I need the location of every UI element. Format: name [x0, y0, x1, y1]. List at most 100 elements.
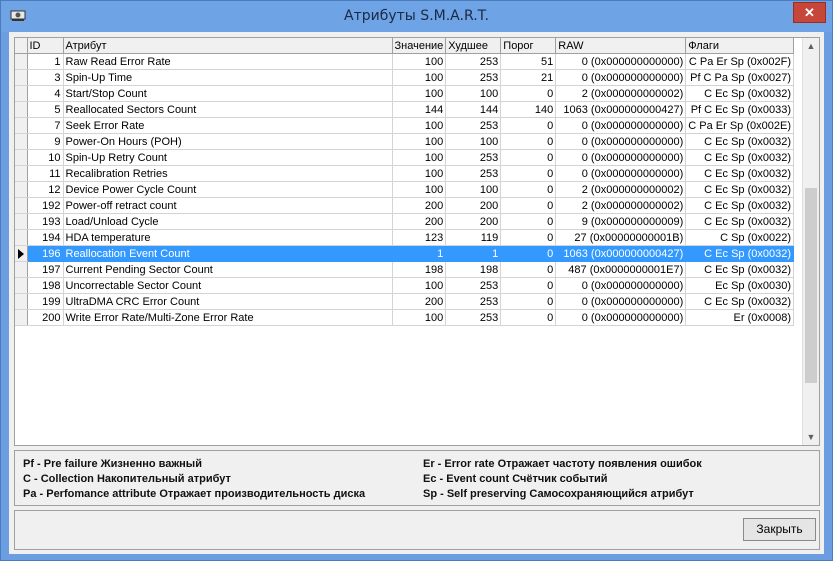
cell-raw: 0 (0x000000000000)	[555, 165, 687, 182]
table-row[interactable]: 12 Device Power Cycle Count 100 100 0 2 (0x00…	[15, 181, 794, 198]
cell-id: 196	[27, 245, 64, 262]
table-row[interactable]: 7 Seek Error Rate 100 253 0 0 (0x000000000000…	[15, 117, 794, 134]
client-area: ID Атрибут Значение Худшее Порог RAW Фла…	[9, 32, 824, 554]
cell-worst: 253	[445, 69, 502, 86]
cell-attribute: Spin-Up Time	[63, 69, 393, 86]
header-attribute[interactable]: Атрибут	[63, 38, 393, 54]
cell-threshold: 0	[500, 85, 557, 102]
cell-flags: Pf C Ec Sp (0x0033)	[685, 101, 794, 118]
cell-flags: C Ec Sp (0x0032)	[685, 293, 794, 310]
row-indicator	[15, 293, 28, 310]
cell-threshold: 0	[500, 149, 557, 166]
cell-worst: 119	[445, 229, 502, 246]
cell-threshold: 0	[500, 133, 557, 150]
close-button[interactable]: Закрыть	[743, 518, 816, 541]
table-row[interactable]: 197 Current Pending Sector Count 198 198 0 48…	[15, 261, 794, 278]
cell-flags: Er (0x0008)	[685, 309, 794, 326]
scroll-thumb[interactable]	[805, 188, 817, 383]
table-row[interactable]: 194 HDA temperature 123 119 0 27 (0x000000000…	[15, 229, 794, 246]
table-row[interactable]: 5 Reallocated Sectors Count 144 144 140 1063 …	[15, 101, 794, 118]
cell-id: 1	[27, 53, 64, 70]
table-row[interactable]: 4 Start/Stop Count 100 100 0 2 (0x00000000000…	[15, 85, 794, 102]
cell-flags: C Ec Sp (0x0032)	[685, 213, 794, 230]
cell-threshold: 0	[500, 197, 557, 214]
cell-raw: 2 (0x000000000002)	[555, 85, 687, 102]
smart-attributes-window: Атрибуты S.M.A.R.T. ✕ ID Атрибут Значени…	[0, 0, 833, 561]
table-row[interactable]: 11 Recalibration Retries 100 253 0 0 (0x00000…	[15, 165, 794, 182]
table-row[interactable]: 193 Load/Unload Cycle 200 200 0 9 (0x00000000…	[15, 213, 794, 230]
cell-raw: 2 (0x000000000002)	[555, 197, 687, 214]
cell-worst: 100	[445, 133, 502, 150]
cell-attribute: Current Pending Sector Count	[63, 261, 393, 278]
cell-attribute: Device Power Cycle Count	[63, 181, 393, 198]
title-bar[interactable]: Атрибуты S.M.A.R.T. ✕	[1, 1, 832, 32]
cell-worst: 100	[445, 85, 502, 102]
cell-value: 100	[392, 165, 447, 182]
cell-raw: 1063 (0x000000000427)	[555, 101, 687, 118]
cell-id: 3	[27, 69, 64, 86]
header-id[interactable]: ID	[27, 38, 64, 54]
row-indicator	[15, 149, 28, 166]
window-close-icon[interactable]: ✕	[793, 2, 826, 23]
row-indicator	[15, 101, 28, 118]
bottom-panel: Закрыть	[14, 510, 820, 550]
cell-threshold: 0	[500, 213, 557, 230]
cell-flags: Ec Sp (0x0030)	[685, 277, 794, 294]
legend-c: C - Collection Накопительный атрибут	[23, 473, 231, 485]
cell-threshold: 0	[500, 261, 557, 278]
cell-worst: 144	[445, 101, 502, 118]
row-indicator	[15, 277, 28, 294]
table-row[interactable]: 200 Write Error Rate/Multi-Zone Error Rat…	[15, 309, 794, 326]
table-body: 1 Raw Read Error Rate 100 253 51 0 (0x0000000…	[15, 53, 794, 326]
table-row[interactable]: 196 Reallocation Event Count 1 1 0 1063 (0x00…	[15, 245, 794, 262]
cell-threshold: 0	[500, 229, 557, 246]
cell-attribute: Write Error Rate/Multi-Zone Error Rate	[63, 309, 393, 326]
cell-worst: 100	[445, 181, 502, 198]
cell-threshold: 21	[500, 69, 557, 86]
table-row[interactable]: 199 UltraDMA CRC Error Count 200 253 0 0 (0x0…	[15, 293, 794, 310]
cell-value: 100	[392, 53, 447, 70]
cell-threshold: 0	[500, 293, 557, 310]
legend-pa: Pa - Perfomance attribute Отражает произ…	[23, 488, 366, 500]
cell-flags: C Ec Sp (0x0032)	[685, 149, 794, 166]
cell-value: 144	[392, 101, 447, 118]
header-threshold[interactable]: Порог	[500, 38, 557, 54]
row-indicator	[15, 197, 28, 214]
cell-raw: 2 (0x000000000002)	[555, 181, 687, 198]
header-flags[interactable]: Флаги	[685, 38, 794, 54]
cell-value: 100	[392, 85, 447, 102]
cell-value: 100	[392, 181, 447, 198]
legend-pf: Pf - Pre failure Жизненно важный	[23, 458, 202, 470]
cell-id: 5	[27, 101, 64, 118]
table-row[interactable]: 9 Power-On Hours (POH) 100 100 0 0 (0x0000000…	[15, 133, 794, 150]
header-value[interactable]: Значение	[392, 38, 447, 54]
cell-flags: C Pa Er Sp (0x002E)	[685, 117, 794, 134]
table-row[interactable]: 10 Spin-Up Retry Count 100 253 0 0 (0x0000000…	[15, 149, 794, 166]
table-row[interactable]: 198 Uncorrectable Sector Count 100 253 0 0 (0…	[15, 277, 794, 294]
cell-id: 4	[27, 85, 64, 102]
header-worst[interactable]: Худшее	[445, 38, 502, 54]
scroll-up-icon[interactable]: ▲	[803, 38, 819, 54]
cell-id: 11	[27, 165, 64, 182]
attributes-grid[interactable]: ID Атрибут Значение Худшее Порог RAW Фла…	[14, 37, 820, 446]
cell-flags: C Ec Sp (0x0032)	[685, 133, 794, 150]
cell-threshold: 51	[500, 53, 557, 70]
row-indicator	[15, 181, 28, 198]
table-row[interactable]: 3 Spin-Up Time 100 253 21 0 (0x000000000000) P…	[15, 69, 794, 86]
vertical-scrollbar[interactable]: ▲ ▼	[802, 38, 819, 445]
table-row[interactable]: 1 Raw Read Error Rate 100 253 51 0 (0x0000000…	[15, 53, 794, 70]
row-indicator	[15, 229, 28, 246]
cell-flags: C Ec Sp (0x0032)	[685, 261, 794, 278]
scroll-down-icon[interactable]: ▼	[803, 429, 819, 445]
cell-worst: 253	[445, 165, 502, 182]
cell-id: 12	[27, 181, 64, 198]
cell-worst: 253	[445, 53, 502, 70]
cell-attribute: Raw Read Error Rate	[63, 53, 393, 70]
cell-worst: 253	[445, 277, 502, 294]
cell-worst: 253	[445, 293, 502, 310]
header-raw[interactable]: RAW	[555, 38, 687, 54]
table-row[interactable]: 192 Power-off retract count 200 200 0 2 (0x00…	[15, 197, 794, 214]
cell-attribute: UltraDMA CRC Error Count	[63, 293, 393, 310]
cell-attribute: Uncorrectable Sector Count	[63, 277, 393, 294]
cell-id: 9	[27, 133, 64, 150]
